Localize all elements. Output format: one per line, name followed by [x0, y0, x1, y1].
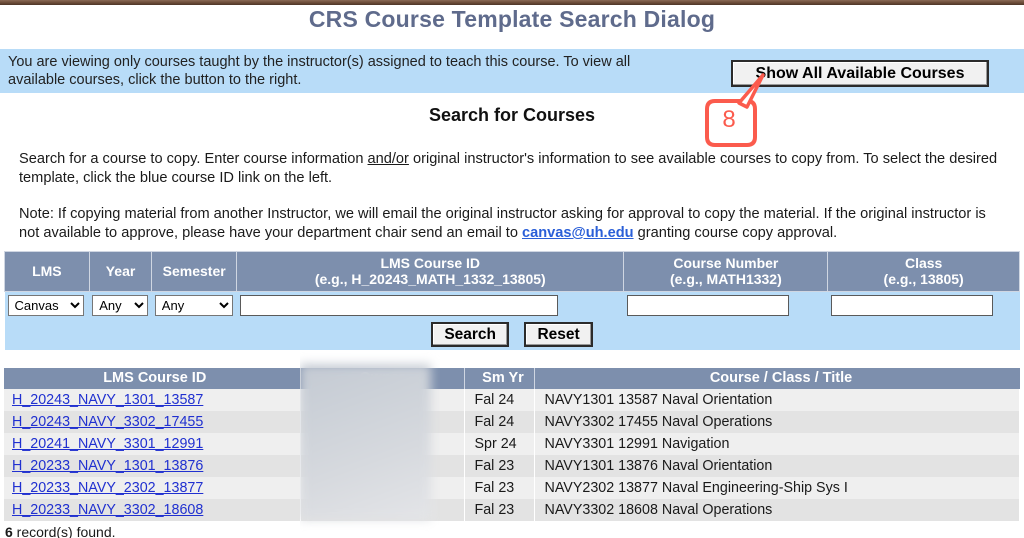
- cell-owner: [300, 411, 465, 433]
- cell-course-id: H_20243_NAVY_3302_17455: [4, 411, 301, 433]
- search-form-header-row: LMS Year Semester LMS Course ID (e.g., H…: [4, 251, 1020, 292]
- results-header-course-class-title: Course / Class / Title: [534, 368, 1020, 389]
- course-id-link[interactable]: H_20233_NAVY_3302_18608: [12, 502, 203, 518]
- header-year-title: Year: [105, 263, 136, 279]
- semester-select[interactable]: Any: [154, 295, 233, 316]
- table-row[interactable]: H_20233_NAVY_2302_13877 Fal 23 NAVY2302 …: [4, 477, 1020, 499]
- cell-course-id: H_20233_NAVY_3302_18608: [4, 499, 301, 521]
- cell-course-id: H_20233_NAVY_2302_13877: [4, 477, 301, 499]
- course-id-link[interactable]: H_20243_NAVY_1301_13587: [12, 392, 203, 408]
- header-semester: Semester: [151, 251, 238, 292]
- header-course-number-title: Course Number: [673, 255, 779, 271]
- table-row[interactable]: H_20233_NAVY_3302_18608 Fal 23 NAVY3302 …: [4, 499, 1020, 521]
- table-row[interactable]: H_20243_NAVY_1301_13587 Fal 24 NAVY1301 …: [4, 389, 1020, 411]
- cell-year-select: Any: [89, 291, 152, 319]
- header-class: Class (e.g., 13805): [827, 251, 1020, 292]
- header-lms-course-id-title: LMS Course ID: [380, 255, 481, 271]
- cell-class-input: [827, 291, 1020, 319]
- cell-owner: [300, 389, 465, 411]
- cell-sm-yr: Fal 23: [464, 499, 535, 521]
- page-title: CRS Course Template Search Dialog: [308, 6, 716, 32]
- cell-course-id: H_20241_NAVY_3301_12991: [4, 433, 301, 455]
- note-text-b: granting course copy approval.: [633, 225, 838, 241]
- instructions-text-a: Search for a course to copy. Enter cours…: [19, 151, 368, 167]
- cell-course-id: H_20233_NAVY_1301_13876: [4, 455, 301, 477]
- info-banner-text: You are viewing only courses taught by t…: [8, 54, 631, 88]
- page-root: CRS Course Template Search Dialog You ar…: [0, 0, 1024, 538]
- header-class-hint: (e.g., 13805): [883, 271, 964, 287]
- search-form-table: LMS Year Semester LMS Course ID (e.g., H…: [4, 251, 1020, 350]
- record-count-suffix: record(s) found.: [12, 524, 116, 538]
- section-heading: Search for Courses: [428, 105, 596, 125]
- table-row[interactable]: H_20243_NAVY_3302_17455 Fal 24 NAVY3302 …: [4, 411, 1020, 433]
- header-lms-title: LMS: [32, 263, 62, 279]
- header-course-number: Course Number (e.g., MATH1332): [623, 251, 829, 292]
- cell-owner: [300, 499, 465, 521]
- header-lms: LMS: [4, 251, 90, 292]
- class-input[interactable]: [830, 295, 993, 316]
- header-course-number-hint: (e.g., MATH1332): [669, 271, 782, 287]
- cell-sm-yr: Fal 24: [464, 389, 535, 411]
- note-text-a: Note: If copying material from another I…: [19, 206, 986, 241]
- cell-title: NAVY3302 17455 Naval Operations: [534, 411, 1020, 433]
- cell-title: NAVY1301 13587 Naval Orientation: [534, 389, 1020, 411]
- show-all-available-courses-button[interactable]: Show All Available Courses: [731, 60, 989, 87]
- cell-lms-select: Canvas: [4, 291, 90, 319]
- record-count-number: 6: [5, 524, 13, 538]
- course-id-link[interactable]: H_20241_NAVY_3301_12991: [12, 436, 203, 452]
- cell-sm-yr: Fal 23: [464, 455, 535, 477]
- results-header-row: LMS Course ID Owner Sm Yr Course / Class…: [4, 368, 1020, 389]
- note-paragraph: Note: If copying material from another I…: [19, 205, 1009, 243]
- cell-owner: [300, 433, 465, 455]
- table-row[interactable]: H_20233_NAVY_1301_13876 Fal 23 NAVY1301 …: [4, 455, 1020, 477]
- results-header-owner: Owner: [300, 368, 465, 389]
- search-form-button-row: Search Reset: [4, 319, 1020, 350]
- results-header-lms-course-id: LMS Course ID: [4, 368, 301, 389]
- record-count-label: 6 record(s) found.: [5, 524, 116, 538]
- canvas-support-email-link[interactable]: canvas@uh.edu: [522, 225, 634, 241]
- cell-lms-course-id-input: [236, 291, 624, 319]
- cell-title: NAVY1301 13876 Naval Orientation: [534, 455, 1020, 477]
- course-number-input[interactable]: [626, 295, 789, 316]
- search-form-input-row: Canvas Any Any: [4, 291, 1020, 319]
- cell-action-buttons: Search Reset: [4, 319, 1020, 350]
- results-table: LMS Course ID Owner Sm Yr Course / Class…: [4, 368, 1020, 521]
- course-id-link[interactable]: H_20233_NAVY_1301_13876: [12, 458, 203, 474]
- cell-owner: [300, 455, 465, 477]
- cell-semester-select: Any: [151, 291, 237, 319]
- cell-owner: [300, 477, 465, 499]
- results-header-sm-yr: Sm Yr: [464, 368, 535, 389]
- year-select[interactable]: Any: [92, 295, 149, 316]
- cell-sm-yr: Fal 24: [464, 411, 535, 433]
- cell-title: NAVY2302 13877 Naval Engineering-Ship Sy…: [534, 477, 1020, 499]
- header-class-title: Class: [904, 255, 943, 271]
- results-body: H_20243_NAVY_1301_13587 Fal 24 NAVY1301 …: [4, 389, 1020, 521]
- reset-button[interactable]: Reset: [524, 322, 593, 347]
- cell-sm-yr: Spr 24: [464, 433, 535, 455]
- instructions-paragraph: Search for a course to copy. Enter cours…: [19, 150, 1009, 188]
- cell-course-number-input: [623, 291, 828, 319]
- course-id-link[interactable]: H_20233_NAVY_2302_13877: [12, 480, 203, 496]
- header-lms-course-id: LMS Course ID (e.g., H_20243_MATH_1332_1…: [236, 251, 625, 292]
- header-year: Year: [88, 251, 153, 292]
- cell-title: NAVY3302 18608 Naval Operations: [534, 499, 1020, 521]
- instructions-andor: and/or: [367, 151, 409, 167]
- cell-course-id: H_20243_NAVY_1301_13587: [4, 389, 301, 411]
- header-lms-course-id-hint: (e.g., H_20243_MATH_1332_13805): [314, 271, 546, 287]
- table-row[interactable]: H_20241_NAVY_3301_12991 Spr 24 NAVY3301 …: [4, 433, 1020, 455]
- header-semester-title: Semester: [162, 263, 226, 279]
- search-button[interactable]: Search: [431, 322, 510, 347]
- lms-select[interactable]: Canvas: [7, 295, 84, 316]
- course-id-link[interactable]: H_20243_NAVY_3302_17455: [12, 414, 203, 430]
- top-accent-bar: [0, 0, 1024, 5]
- cell-title: NAVY3301 12991 Navigation: [534, 433, 1020, 455]
- lms-course-id-input[interactable]: [239, 295, 558, 316]
- cell-sm-yr: Fal 23: [464, 477, 535, 499]
